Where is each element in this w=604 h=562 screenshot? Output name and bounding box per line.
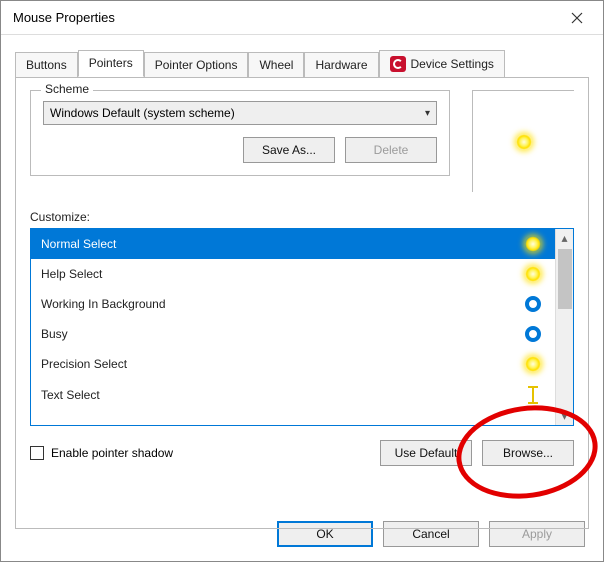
button-label: Cancel xyxy=(412,527,449,541)
customize-listbox[interactable]: Normal Select Help Select Working In Backg… xyxy=(30,228,574,426)
scroll-up-icon[interactable]: ▴ xyxy=(556,229,573,247)
scheme-group: Scheme Windows Default (system scheme) ▾… xyxy=(30,90,450,176)
mouse-properties-window: Mouse Properties Buttons Pointers Pointe… xyxy=(0,0,604,562)
tab-buttons[interactable]: Buttons xyxy=(15,52,78,78)
synaptics-icon xyxy=(390,56,406,72)
list-item-label: Busy xyxy=(41,327,68,341)
list-item[interactable]: Precision Select xyxy=(31,349,555,379)
button-label: OK xyxy=(316,527,333,541)
scrollbar[interactable]: ▴ ▾ xyxy=(555,229,573,425)
window-title: Mouse Properties xyxy=(13,10,115,25)
yellow-dot-icon xyxy=(523,266,543,282)
blue-ring-icon xyxy=(523,326,543,342)
save-as-button[interactable]: Save As... xyxy=(243,137,335,163)
checkbox-box xyxy=(30,446,44,460)
delete-button: Delete xyxy=(345,137,437,163)
enable-pointer-shadow-checkbox[interactable]: Enable pointer shadow xyxy=(30,446,173,460)
pointers-panel: Scheme Windows Default (system scheme) ▾… xyxy=(15,77,589,529)
chevron-down-icon: ▾ xyxy=(425,108,430,119)
scheme-legend: Scheme xyxy=(41,82,93,96)
list-item[interactable]: Working In Background xyxy=(31,289,555,319)
list-item[interactable]: Busy xyxy=(31,319,555,349)
customize-label: Customize: xyxy=(30,210,574,224)
close-button[interactable] xyxy=(555,3,599,33)
tab-label: Wheel xyxy=(259,58,293,72)
tab-pointer-options[interactable]: Pointer Options xyxy=(144,52,249,78)
use-default-button[interactable]: Use Default xyxy=(380,440,472,466)
scroll-thumb[interactable] xyxy=(558,249,572,309)
tab-label: Device Settings xyxy=(411,57,494,71)
list-item-label: Text Select xyxy=(41,388,100,402)
button-label: Browse... xyxy=(503,446,553,460)
tab-strip: Buttons Pointers Pointer Options Wheel H… xyxy=(15,49,589,77)
scroll-down-icon[interactable]: ▾ xyxy=(556,407,573,425)
titlebar: Mouse Properties xyxy=(1,1,603,35)
list-item-label: Working In Background xyxy=(41,297,166,311)
list-item[interactable]: Help Select xyxy=(31,259,555,289)
list-item-label: Normal Select xyxy=(41,237,116,251)
list-item[interactable]: Normal Select xyxy=(31,229,555,259)
scheme-dropdown[interactable]: Windows Default (system scheme) ▾ xyxy=(43,101,437,125)
tab-label: Buttons xyxy=(26,58,67,72)
pointer-preview xyxy=(472,90,574,192)
close-icon xyxy=(571,12,583,24)
button-label: Save As... xyxy=(262,143,316,157)
listbox-items: Normal Select Help Select Working In Backg… xyxy=(31,229,555,425)
tab-label: Hardware xyxy=(315,58,367,72)
tab-label: Pointer Options xyxy=(155,58,238,72)
tab-label: Pointers xyxy=(89,56,133,70)
list-item[interactable]: Text Select xyxy=(31,379,555,411)
tab-hardware[interactable]: Hardware xyxy=(304,52,378,78)
button-label: Apply xyxy=(522,527,552,541)
preview-cursor-icon xyxy=(516,134,532,150)
ibeam-icon xyxy=(523,386,543,404)
button-label: Delete xyxy=(374,143,409,157)
checkbox-label: Enable pointer shadow xyxy=(51,446,173,460)
yellow-dot-icon xyxy=(523,236,543,252)
scheme-selected-value: Windows Default (system scheme) xyxy=(50,106,235,120)
list-item-label: Precision Select xyxy=(41,357,127,371)
browse-button[interactable]: Browse... xyxy=(482,440,574,466)
blue-ring-icon xyxy=(523,296,543,312)
tab-device-settings[interactable]: Device Settings xyxy=(379,50,505,78)
yellow-dot-icon xyxy=(523,356,543,372)
list-item-label: Help Select xyxy=(41,267,102,281)
tab-wheel[interactable]: Wheel xyxy=(248,52,304,78)
button-label: Use Default xyxy=(395,446,458,460)
tab-pointers[interactable]: Pointers xyxy=(78,50,144,77)
